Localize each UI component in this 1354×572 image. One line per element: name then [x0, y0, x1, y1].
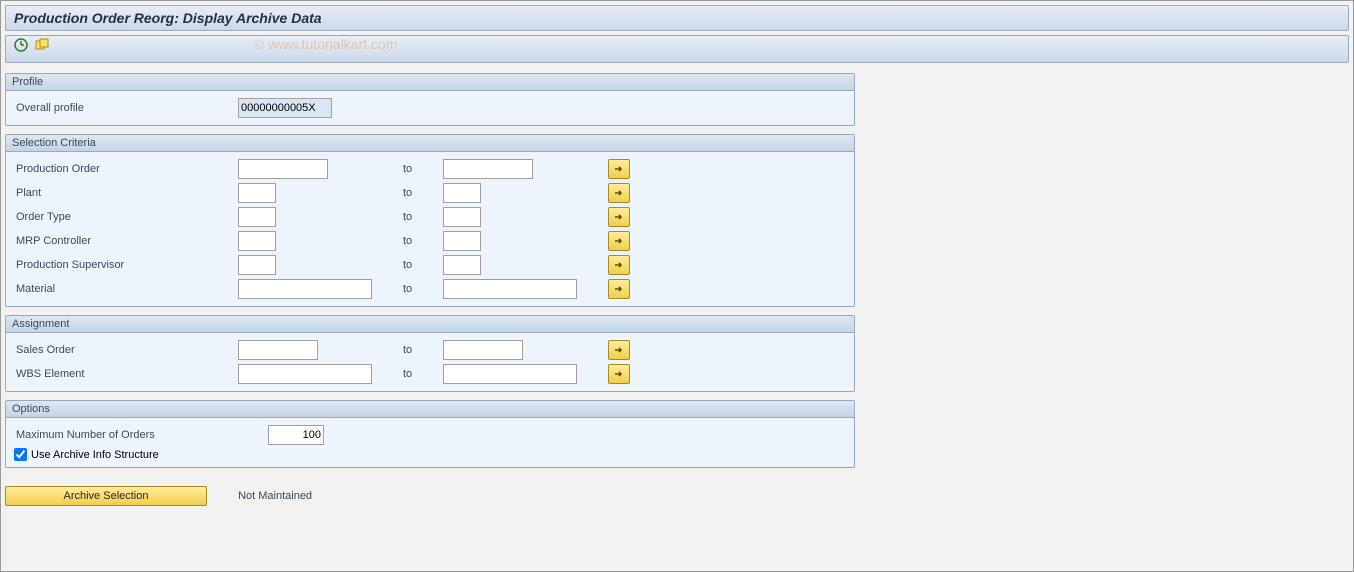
watermark: © www.tutorialkart.com	[254, 36, 397, 52]
row-order-type: Order Type to	[14, 206, 846, 228]
mrp-controller-more-button[interactable]	[608, 231, 630, 251]
sales-order-to-input[interactable]	[443, 340, 523, 360]
wbs-element-from-input[interactable]	[238, 364, 372, 384]
app-root: Production Order Reorg: Display Archive …	[0, 0, 1354, 572]
plant-label: Plant	[14, 187, 238, 199]
group-profile: Profile Overall profile	[5, 73, 855, 126]
plant-from-input[interactable]	[238, 183, 276, 203]
material-from-input[interactable]	[238, 279, 372, 299]
production-order-more-button[interactable]	[608, 159, 630, 179]
sales-order-from-input[interactable]	[238, 340, 318, 360]
get-variant-icon[interactable]	[35, 43, 49, 55]
row-production-supervisor: Production Supervisor to	[14, 254, 846, 276]
to-label: to	[403, 187, 443, 199]
row-wbs-element: WBS Element to	[14, 363, 846, 385]
production-order-to-input[interactable]	[443, 159, 533, 179]
mrp-controller-to-input[interactable]	[443, 231, 481, 251]
archive-selection-button[interactable]: Archive Selection	[5, 486, 207, 506]
order-type-from-input[interactable]	[238, 207, 276, 227]
to-label: to	[403, 235, 443, 247]
group-selection-title: Selection Criteria	[6, 135, 854, 152]
production-supervisor-more-button[interactable]	[608, 255, 630, 275]
row-production-order: Production Order to	[14, 158, 846, 180]
order-type-to-input[interactable]	[443, 207, 481, 227]
overall-profile-label: Overall profile	[14, 102, 238, 114]
order-type-label: Order Type	[14, 211, 238, 223]
group-selection: Selection Criteria Production Order to P…	[5, 134, 855, 307]
to-label: to	[403, 211, 443, 223]
toolbar: © www.tutorialkart.com	[5, 35, 1349, 63]
production-supervisor-label: Production Supervisor	[14, 259, 238, 271]
row-use-archive-struct: Use Archive Info Structure	[14, 448, 846, 461]
archive-selection-status: Not Maintained	[238, 490, 312, 502]
row-material: Material to	[14, 278, 846, 300]
sales-order-label: Sales Order	[14, 344, 238, 356]
overall-profile-input	[238, 98, 332, 118]
to-label: to	[403, 344, 443, 356]
use-archive-struct-checkbox[interactable]	[14, 448, 27, 461]
to-label: to	[403, 259, 443, 271]
mrp-controller-label: MRP Controller	[14, 235, 238, 247]
group-options: Options Maximum Number of Orders Use Arc…	[5, 400, 855, 468]
execute-icon[interactable]	[14, 43, 31, 55]
production-order-from-input[interactable]	[238, 159, 328, 179]
material-more-button[interactable]	[608, 279, 630, 299]
to-label: to	[403, 283, 443, 295]
production-order-label: Production Order	[14, 163, 238, 175]
page-title: Production Order Reorg: Display Archive …	[5, 5, 1349, 31]
material-to-input[interactable]	[443, 279, 577, 299]
plant-more-button[interactable]	[608, 183, 630, 203]
wbs-element-to-input[interactable]	[443, 364, 577, 384]
max-orders-label: Maximum Number of Orders	[14, 429, 268, 441]
row-max-orders: Maximum Number of Orders	[14, 424, 846, 446]
max-orders-input[interactable]	[268, 425, 324, 445]
plant-to-input[interactable]	[443, 183, 481, 203]
row-sales-order: Sales Order to	[14, 339, 846, 361]
group-assignment: Assignment Sales Order to WBS Element to	[5, 315, 855, 392]
wbs-element-more-button[interactable]	[608, 364, 630, 384]
row-mrp-controller: MRP Controller to	[14, 230, 846, 252]
material-label: Material	[14, 283, 238, 295]
to-label: to	[403, 368, 443, 380]
use-archive-struct-label: Use Archive Info Structure	[31, 449, 159, 461]
to-label: to	[403, 163, 443, 175]
order-type-more-button[interactable]	[608, 207, 630, 227]
production-supervisor-to-input[interactable]	[443, 255, 481, 275]
production-supervisor-from-input[interactable]	[238, 255, 276, 275]
footer: Archive Selection Not Maintained	[5, 486, 1349, 506]
mrp-controller-from-input[interactable]	[238, 231, 276, 251]
group-options-title: Options	[6, 401, 854, 418]
group-assignment-title: Assignment	[6, 316, 854, 333]
row-plant: Plant to	[14, 182, 846, 204]
sales-order-more-button[interactable]	[608, 340, 630, 360]
row-overall-profile: Overall profile	[14, 97, 846, 119]
wbs-element-label: WBS Element	[14, 368, 238, 380]
group-profile-title: Profile	[6, 74, 854, 91]
